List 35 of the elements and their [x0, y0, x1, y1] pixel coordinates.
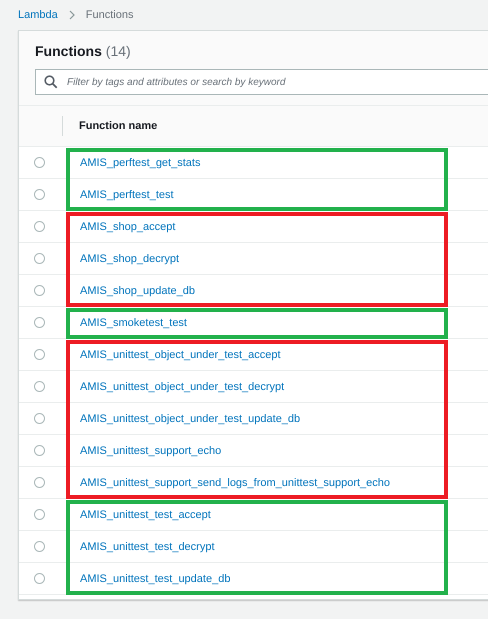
- function-link[interactable]: AMIS_unittest_object_under_test_accept: [80, 348, 281, 360]
- function-link[interactable]: AMIS_smoketest_test: [80, 316, 187, 328]
- radio-button[interactable]: [34, 253, 45, 264]
- panel-title: Functions: [35, 43, 102, 59]
- function-link[interactable]: AMIS_unittest_object_under_test_decrypt: [80, 380, 284, 392]
- function-link[interactable]: AMIS_unittest_support_send_logs_from_unittest_support_echo: [80, 476, 390, 488]
- function-link[interactable]: AMIS_shop_accept: [80, 220, 176, 232]
- function-link[interactable]: AMIS_shop_update_db: [80, 284, 195, 296]
- radio-button[interactable]: [34, 349, 45, 360]
- function-link[interactable]: AMIS_perftest_test: [80, 188, 174, 200]
- radio-button[interactable]: [34, 573, 45, 584]
- function-link[interactable]: AMIS_unittest_object_under_test_update_db: [80, 412, 300, 424]
- function-link[interactable]: AMIS_unittest_test_decrypt: [80, 540, 215, 552]
- radio-button[interactable]: [34, 189, 45, 200]
- function-link[interactable]: AMIS_perftest_get_stats: [80, 156, 200, 168]
- radio-button[interactable]: [34, 541, 45, 552]
- column-header[interactable]: Function name: [63, 120, 158, 132]
- radio-button[interactable]: [34, 413, 45, 424]
- radio-button[interactable]: [34, 445, 45, 456]
- radio-button[interactable]: [34, 157, 45, 168]
- radio-button[interactable]: [34, 477, 45, 488]
- breadcrumb-link[interactable]: Lambda: [18, 9, 58, 21]
- radio-button[interactable]: [34, 509, 45, 520]
- function-count: (14): [106, 43, 131, 59]
- function-link[interactable]: AMIS_unittest_test_update_db: [80, 572, 230, 584]
- radio-button[interactable]: [34, 381, 45, 392]
- chevron-icon: [68, 10, 76, 20]
- function-link[interactable]: AMIS_unittest_test_accept: [80, 508, 211, 520]
- breadcrumb-current: Functions: [86, 9, 134, 21]
- function-link[interactable]: AMIS_shop_decrypt: [80, 252, 180, 264]
- radio-button[interactable]: [34, 285, 45, 296]
- function-link[interactable]: AMIS_unittest_support_echo: [80, 444, 222, 456]
- radio-button[interactable]: [34, 317, 45, 328]
- radio-button[interactable]: [34, 221, 45, 232]
- search-field[interactable]: Filter by tags and attributes or search by keyword: [35, 69, 488, 95]
